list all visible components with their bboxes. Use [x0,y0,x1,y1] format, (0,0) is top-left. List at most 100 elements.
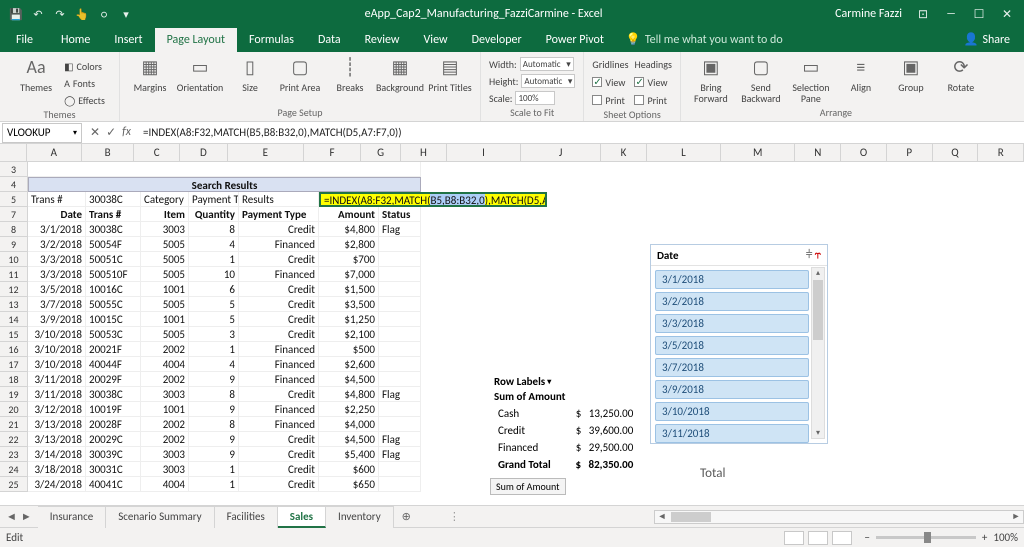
column-header[interactable]: G [361,144,401,161]
rotate-button[interactable]: ⟳Rotate [939,56,983,93]
row-header[interactable]: 24 [0,462,28,477]
cell[interactable]: Flag [379,222,421,237]
cell[interactable]: 40041C [86,477,141,492]
tab-data[interactable]: Data [306,28,353,52]
effects-button[interactable]: ◯ Effects [64,92,105,108]
horizontal-scrollbar[interactable]: ◄► [654,510,1024,524]
row-header[interactable]: 19 [0,387,28,402]
cell[interactable]: 3/10/2018 [28,342,86,357]
row-header[interactable]: 12 [0,282,28,297]
cell[interactable]: 3/7/2018 [28,297,86,312]
cell[interactable] [379,312,421,327]
cell[interactable]: 5005 [141,252,189,267]
row-header[interactable]: 14 [0,312,28,327]
cell[interactable]: $600 [319,462,379,477]
cell[interactable]: Trans # [28,192,86,207]
cell[interactable]: 5 [189,297,239,312]
cell[interactable]: Quantity [189,207,239,222]
normal-view-button[interactable] [784,531,804,545]
cell[interactable]: $4,800 [319,387,379,402]
cell[interactable]: Financed [239,357,319,372]
share-button[interactable]: 👤 Share [949,27,1024,52]
align-button[interactable]: ≡Align [839,56,883,93]
cell[interactable]: Category [141,192,189,207]
cell[interactable]: 3/2/2018 [28,237,86,252]
cell[interactable]: 4 [189,357,239,372]
cell[interactable]: $2,600 [319,357,379,372]
fx-icon[interactable]: fx [122,125,131,140]
cell[interactable]: 3/3/2018 [28,252,86,267]
scale-combo[interactable]: 100% [515,91,555,105]
slicer-item[interactable]: 3/1/2018 [655,270,809,289]
headings-view-check[interactable]: View [634,74,671,90]
cell[interactable]: Status [379,207,421,222]
cell[interactable] [379,297,421,312]
zoom-out-button[interactable]: − [864,531,869,544]
print-area-button[interactable]: ▢Print Area [278,56,322,93]
themes-button[interactable]: AaThemes [14,56,58,93]
cell[interactable]: 4 [189,237,239,252]
fonts-button[interactable]: A Fonts [64,75,105,91]
column-header[interactable]: P [887,144,933,161]
width-combo[interactable]: Automatic▾ [520,57,574,71]
cell[interactable]: Date [28,207,86,222]
column-header[interactable]: I [447,144,521,161]
tab-review[interactable]: Review [353,28,412,52]
tab-home[interactable]: Home [49,28,102,52]
cell[interactable]: Payment Type▾ [189,192,239,207]
cell[interactable]: 5 [189,312,239,327]
undo-icon[interactable]: ↶ [30,6,46,22]
zoom-level[interactable]: 100% [993,531,1018,544]
cell[interactable]: 1001 [141,312,189,327]
cell[interactable]: 5005 [141,267,189,282]
cell[interactable]: 3/13/2018 [28,417,86,432]
row-header[interactable]: 25 [0,477,28,492]
cell[interactable]: Financed [239,342,319,357]
tab-formulas[interactable]: Formulas [237,28,306,52]
pivot-row[interactable]: Credit$ 39,600.00 [492,423,639,438]
cell[interactable]: 3/10/2018 [28,327,86,342]
cell[interactable]: 3003 [141,222,189,237]
cell[interactable]: 10 [189,267,239,282]
select-all-button[interactable] [0,144,27,161]
redo-icon[interactable]: ↷ [52,6,68,22]
cell[interactable]: 3/10/2018 [28,357,86,372]
pivot-row[interactable]: Financed$ 29,500.00 [492,440,639,455]
cell[interactable]: Flag [379,432,421,447]
cell[interactable]: $4,500 [319,372,379,387]
column-header[interactable]: R [978,144,1024,161]
minimize-icon[interactable]: ― [944,7,958,21]
cell[interactable]: 3003 [141,462,189,477]
cell[interactable]: $4,500 [319,432,379,447]
cell[interactable]: 20029C [86,432,141,447]
cell[interactable]: 3/14/2018 [28,447,86,462]
cell[interactable]: Credit [239,432,319,447]
row-header[interactable]: 8 [0,222,28,237]
user-name[interactable]: Carmine Fazzi [835,7,902,21]
send-backward-button[interactable]: ▢Send Backward [739,56,783,104]
cell[interactable]: 1 [189,252,239,267]
cell[interactable]: $500 [319,342,379,357]
cell[interactable]: Financed [239,417,319,432]
cell[interactable] [379,282,421,297]
cell[interactable] [379,477,421,492]
size-button[interactable]: ▯Size [228,56,272,93]
new-sheet-button[interactable]: ⊕ [394,507,419,526]
formula-input[interactable]: =INDEX(A8:F32,MATCH(B5,B8:B32,0),MATCH(D… [139,126,1024,139]
cell[interactable]: 8 [189,387,239,402]
sheet-tab-insurance[interactable]: Insurance [38,506,106,528]
cell[interactable]: 3/11/2018 [28,387,86,402]
column-header[interactable]: L [647,144,721,161]
gridlines-print-check[interactable]: Print [592,92,628,108]
cell[interactable]: Credit [239,282,319,297]
cell[interactable]: 9 [189,432,239,447]
cell[interactable]: Flag [379,447,421,462]
cell[interactable] [379,372,421,387]
cell[interactable] [379,327,421,342]
column-header[interactable]: M [721,144,795,161]
row-header[interactable]: 13 [0,297,28,312]
cell[interactable]: 5005 [141,297,189,312]
sheet-nav-prev-icon[interactable]: ◄ [6,510,17,523]
slicer-item[interactable]: 3/2/2018 [655,292,809,311]
cell[interactable]: 20028F [86,417,141,432]
